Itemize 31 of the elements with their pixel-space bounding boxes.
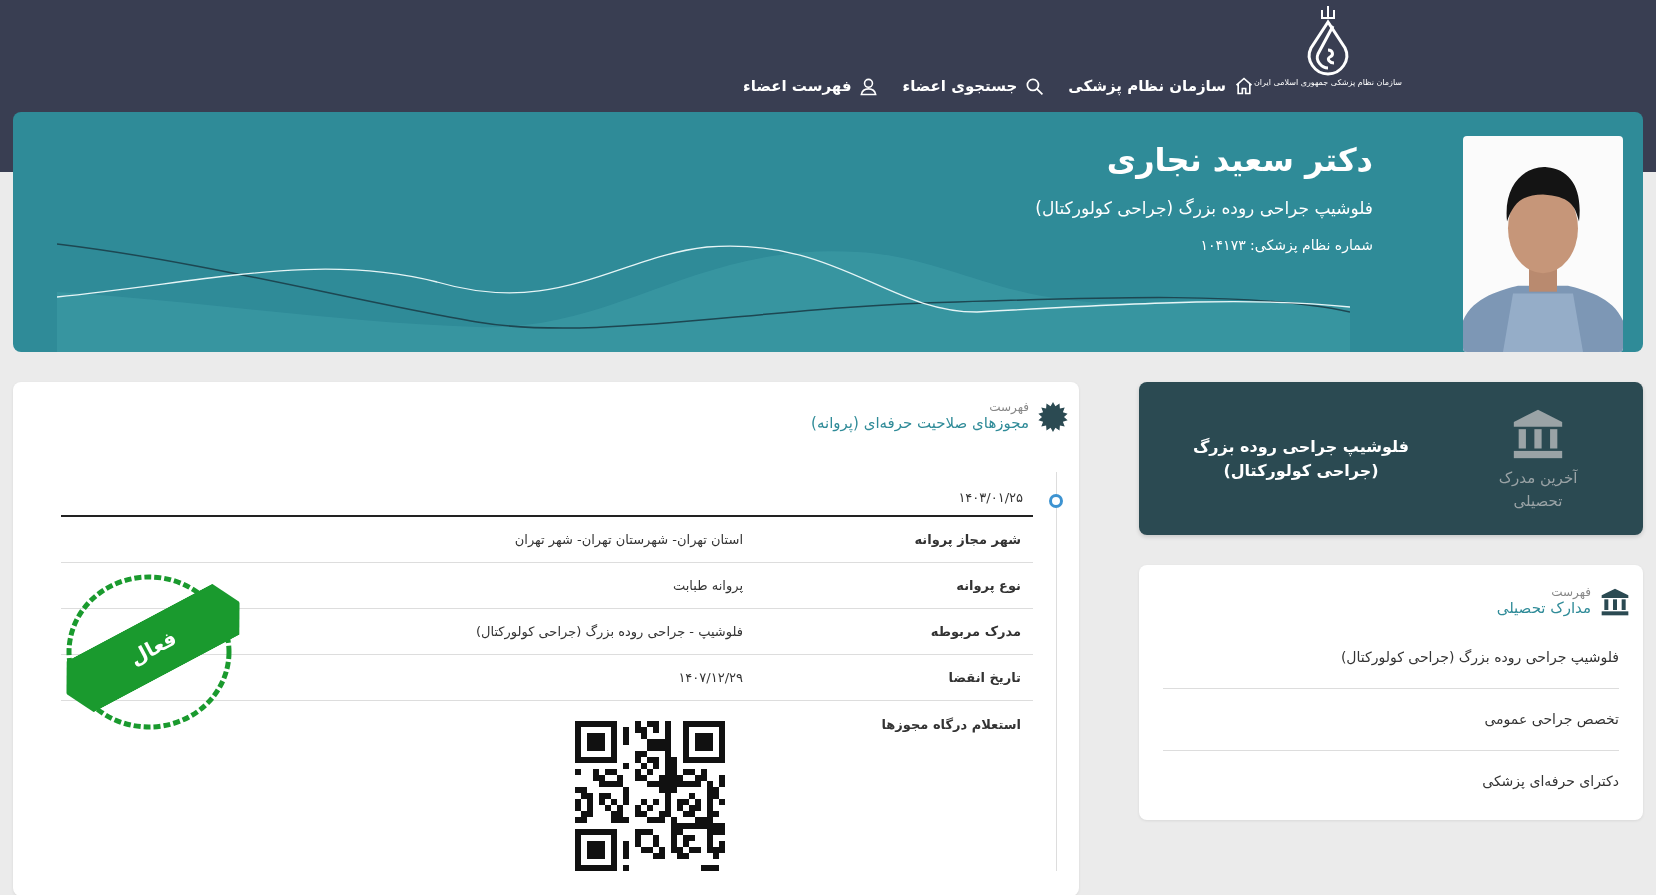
medical-number: شماره نظام پزشکی: ۱۰۴۱۷۳ [1199, 236, 1373, 256]
doctor-name: دکتر سعید نجاری [1105, 140, 1373, 181]
section-caption: فهرست [988, 400, 1029, 415]
field-value: پروانه طبابت [673, 578, 743, 594]
field-label: مدرک مربوطه [930, 624, 1021, 640]
field-value: استان تهران- شهرستان تهران- شهر تهران [514, 532, 743, 548]
degree-item: تخصص جراحی عمومی [1484, 710, 1619, 727]
degree-item: دکترای حرفه‌ای پزشکی [1482, 772, 1619, 789]
field-label: نوع پروانه [956, 578, 1021, 594]
field-label: شهر مجاز پروانه [914, 532, 1021, 548]
section-caption: فهرست [1550, 585, 1591, 600]
section-title: مجوزهای صلاحیت حرفه‌ای (پروانه) [811, 414, 1029, 434]
home-icon [1234, 76, 1254, 97]
logo-caption: سازمان نظام پزشکی جمهوری اسلامی ایران [1253, 78, 1403, 88]
section-title: مدارک تحصیلی [1496, 599, 1591, 619]
nav-link[interactable]: جستجوی اعضاء [902, 75, 1045, 98]
nav-link[interactable]: فهرست اعضاء [743, 75, 879, 98]
field-label: استعلام درگاه مجوزها [881, 717, 1021, 733]
search-icon [1025, 76, 1045, 96]
timeline-dot [1049, 493, 1063, 508]
badge-icon [1037, 400, 1069, 433]
specialty-text: فلوشیپ جراحی روده بزرگ (جراحی کولورکتال) [1035, 196, 1373, 221]
user-icon [859, 76, 879, 96]
degree-item: فلوشیپ جراحی روده بزرگ (جراحی کولورکتال) [1340, 648, 1619, 665]
nav-link[interactable]: سازمان نظام پزشکی [1068, 75, 1254, 98]
field-label: تاریخ انقضا [948, 670, 1021, 686]
field-value: ۱۴۰۷/۱۲/۲۹ [678, 670, 743, 686]
license-date: ۱۴۰۳/۰۱/۲۵ [958, 489, 1023, 505]
latest-degree-value: فلوشیپ جراحی روده بزرگ (جراحی کولورکتال) [1192, 435, 1410, 482]
field-value: فلوشیپ - جراحی روده بزرگ (جراحی کولورکتال) [475, 624, 743, 640]
latest-degree-label: آخرین مدرک تحصیلی [1497, 468, 1579, 512]
